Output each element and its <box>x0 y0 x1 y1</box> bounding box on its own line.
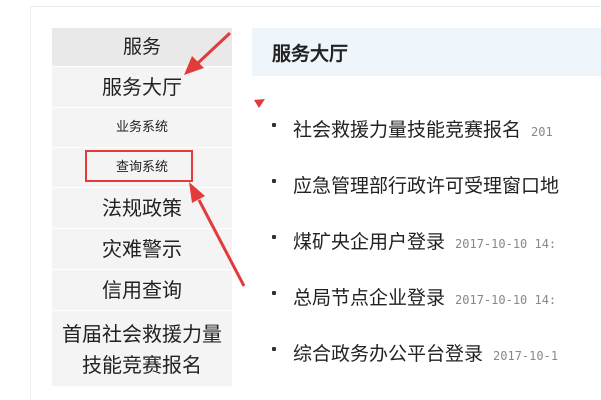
list-item-link[interactable]: 综合政务办公平台登录 2017-10-1 <box>293 339 558 366</box>
sidebar-item-business-system[interactable]: 业务系统 <box>52 108 232 148</box>
list-item-title: 应急管理部行政许可受理窗口地 <box>293 175 560 197</box>
sidebar-item-line1: 首届社会救援力量 <box>62 322 222 346</box>
service-list: 社会救援力量技能竞赛报名 201 应急管理部行政许可受理窗口地 煤矿央企用户登录 2… <box>262 108 601 388</box>
list-item-title: 综合政务办公平台登录 <box>293 343 484 365</box>
sidebar-item-disaster-warning[interactable]: 灾难警示 <box>52 229 232 270</box>
sidebar-header: 服务 <box>52 28 232 67</box>
list-item-date: 2017-10-1 <box>493 349 559 363</box>
bullet-icon <box>272 123 276 127</box>
sidebar-item-competition-signup[interactable]: 首届社会救援力量 技能竞赛报名 <box>52 311 232 387</box>
list-item[interactable]: 煤矿央企用户登录 2017-10-10 14: <box>262 220 601 276</box>
list-item-title: 煤矿央企用户登录 <box>293 231 446 253</box>
bullet-icon <box>272 347 276 351</box>
list-item[interactable]: 社会救援力量技能竞赛报名 201 <box>262 108 601 164</box>
list-item-link[interactable]: 社会救援力量技能竞赛报名 201 <box>293 115 553 142</box>
list-item[interactable]: 总局节点企业登录 2017-10-10 14: <box>262 276 601 332</box>
main-header: 服务大厅 <box>252 28 601 76</box>
page: 服务 服务大厅 业务系统 查询系统 法规政策 灾难警示 信用查询 首届社会救援力… <box>0 0 601 400</box>
list-item-date: 2017-10-10 14: <box>455 237 557 251</box>
list-item-link[interactable]: 总局节点企业登录 2017-10-10 14: <box>293 283 556 310</box>
list-item-date: 201 <box>531 125 553 139</box>
bullet-icon <box>272 235 276 239</box>
sidebar-item-credit-query[interactable]: 信用查询 <box>52 270 232 311</box>
list-item[interactable]: 综合政务办公平台登录 2017-10-1 <box>262 332 601 388</box>
list-item-link[interactable]: 应急管理部行政许可受理窗口地 <box>293 171 569 198</box>
list-item-title: 社会救援力量技能竞赛报名 <box>293 119 522 141</box>
sidebar-item-regulations[interactable]: 法规政策 <box>52 188 232 229</box>
page-title: 服务大厅 <box>272 43 349 65</box>
list-item-link[interactable]: 煤矿央企用户登录 2017-10-10 14: <box>293 227 556 254</box>
highlight-box <box>85 150 193 182</box>
sidebar-item-line2: 技能竞赛报名 <box>82 353 202 377</box>
list-item-date: 2017-10-10 14: <box>455 293 557 307</box>
list-item[interactable]: 应急管理部行政许可受理窗口地 <box>262 164 601 220</box>
list-item-title: 总局节点企业登录 <box>293 287 446 309</box>
sidebar-item-service-hall[interactable]: 服务大厅 <box>52 67 232 108</box>
bullet-icon <box>272 179 276 183</box>
bullet-icon <box>272 291 276 295</box>
sidebar: 服务 服务大厅 业务系统 查询系统 法规政策 灾难警示 信用查询 首届社会救援力… <box>52 28 232 387</box>
